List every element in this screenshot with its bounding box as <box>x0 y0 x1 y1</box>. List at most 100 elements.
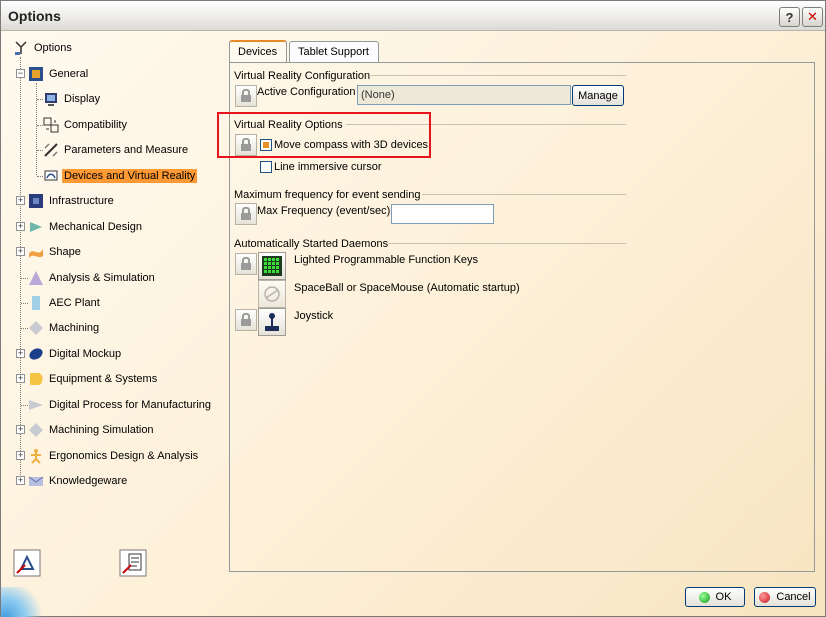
ok-label: OK <box>715 591 732 603</box>
tree-line <box>21 328 28 329</box>
tree-node-label: Display <box>64 93 101 105</box>
ergonomics-icon <box>28 448 44 464</box>
tree-node-label: Devices and Virtual Reality <box>62 169 198 183</box>
function-keys-label: Lighted Programmable Function Keys <box>294 254 479 266</box>
tree-node-label: Options <box>34 42 72 54</box>
digital-process-icon <box>28 397 44 413</box>
tree-node-ergonomics[interactable]: Ergonomics Design & Analysis <box>28 447 200 465</box>
active-configuration-label: Active Configuration <box>257 86 356 98</box>
tree-node-general[interactable]: General <box>28 65 90 83</box>
function-keys-icon[interactable] <box>258 252 286 280</box>
expander-infrastructure[interactable]: + <box>16 196 25 205</box>
tree-line <box>20 57 21 481</box>
tree-node-knowledgeware[interactable]: Knowledgeware <box>28 472 129 490</box>
tree-node-machining[interactable]: Machining <box>28 319 101 337</box>
tree-node-label: Equipment & Systems <box>49 373 158 385</box>
digital-mockup-icon <box>28 346 44 362</box>
manage-button[interactable]: Manage <box>572 85 624 106</box>
dump-parameters-icon[interactable] <box>119 549 147 577</box>
reset-icon[interactable] <box>13 549 41 577</box>
tree-node-label: Machining <box>49 322 100 334</box>
tree-node-label: Digital Process for Manufacturing <box>49 399 212 411</box>
tree-node-aec-plant[interactable]: AEC Plant <box>28 294 102 312</box>
tree-node-label: Mechanical Design <box>49 221 142 233</box>
expander-mechanical-design[interactable]: + <box>16 222 25 231</box>
tree-node-digital-mockup[interactable]: Digital Mockup <box>28 345 123 363</box>
options-dialog: Options ? ✕ Options − General Display Co… <box>0 0 826 617</box>
tab-tablet-support[interactable]: Tablet Support <box>289 41 379 63</box>
expander-ergonomics[interactable]: + <box>16 451 25 460</box>
display-icon <box>43 91 59 107</box>
spaceball-label: SpaceBall or SpaceMouse (Automatic start… <box>294 282 520 294</box>
tree-node-analysis[interactable]: Analysis & Simulation <box>28 269 157 287</box>
tree-node-digital-process[interactable]: Digital Process for Manufacturing <box>28 396 213 414</box>
tree-line <box>36 83 37 175</box>
tree-node-compatibility[interactable]: Compatibility <box>43 116 129 134</box>
catia-logo-icon <box>1 587 49 617</box>
expander-equipment[interactable]: + <box>16 374 25 383</box>
tree-node-label: Knowledgeware <box>49 475 128 487</box>
mechanical-design-icon <box>28 219 44 235</box>
tree-node-label: Digital Mockup <box>49 348 122 360</box>
line-immersive-cursor-checkbox[interactable] <box>260 161 272 173</box>
tree-node-display[interactable]: Display <box>43 90 102 108</box>
tree-node-label: Infrastructure <box>49 195 114 207</box>
tree-node-machining-simulation[interactable]: Machining Simulation <box>28 421 156 439</box>
tree-line <box>21 303 28 304</box>
section-divider <box>388 243 626 244</box>
tree-node-shape[interactable]: Shape <box>28 243 83 261</box>
expander-general[interactable]: − <box>16 69 25 78</box>
analysis-icon <box>28 270 44 286</box>
highlight-annotation <box>217 112 431 158</box>
infrastructure-icon <box>28 193 44 209</box>
tree-node-label: Machining Simulation <box>49 424 154 436</box>
section-max-frequency: Maximum frequency for event sending <box>234 189 421 201</box>
lock-joystick[interactable] <box>235 309 257 331</box>
help-button[interactable]: ? <box>779 7 800 27</box>
window-title: Options <box>8 8 61 24</box>
ok-button[interactable]: OK <box>685 587 745 607</box>
section-daemons: Automatically Started Daemons <box>234 238 389 250</box>
shape-icon <box>28 244 44 260</box>
tree-node-label: Shape <box>49 246 81 258</box>
options-tree: Options − General Display Compatibility <box>9 37 224 567</box>
tree-node-mechanical-design[interactable]: Mechanical Design <box>28 218 144 236</box>
spaceball-icon[interactable] <box>258 280 286 308</box>
knowledgeware-icon <box>28 473 44 489</box>
cancel-label: Cancel <box>776 591 811 603</box>
parameters-icon <box>43 142 59 158</box>
close-button[interactable]: ✕ <box>802 7 823 27</box>
expander-digital-mockup[interactable]: + <box>16 349 25 358</box>
tree-node-parameters[interactable]: Parameters and Measure <box>43 141 190 159</box>
lock-function-keys[interactable] <box>235 253 257 275</box>
equipment-icon <box>28 371 44 387</box>
tree-node-devices-vr[interactable]: Devices and Virtual Reality <box>43 167 198 185</box>
expander-machining-simulation[interactable]: + <box>16 425 25 434</box>
joystick-icon[interactable] <box>258 308 286 336</box>
title-bar[interactable]: Options ? ✕ <box>1 1 825 31</box>
max-frequency-label: Max Frequency (event/sec) <box>257 205 391 217</box>
max-frequency-input[interactable] <box>391 204 494 224</box>
line-immersive-cursor-label: Line immersive cursor <box>274 161 382 173</box>
expander-shape[interactable]: + <box>16 247 25 256</box>
cancel-button[interactable]: Cancel <box>754 587 816 607</box>
tree-node-label: Parameters and Measure <box>64 144 189 156</box>
tree-node-options[interactable]: Options <box>13 39 74 57</box>
tree-node-label: Ergonomics Design & Analysis <box>49 450 199 462</box>
section-divider <box>371 75 626 76</box>
joystick-label: Joystick <box>294 310 334 322</box>
tree-line <box>21 278 28 279</box>
lock-active-configuration[interactable] <box>235 85 257 107</box>
expander-knowledgeware[interactable]: + <box>16 476 25 485</box>
options-icon <box>13 40 29 56</box>
active-configuration-field[interactable]: (None) <box>357 85 571 105</box>
tree-node-label: AEC Plant <box>49 297 100 309</box>
tree-node-label: Analysis & Simulation <box>49 272 155 284</box>
general-icon <box>28 66 44 82</box>
devices-icon <box>43 168 59 184</box>
tab-devices[interactable]: Devices <box>229 40 287 63</box>
tree-node-infrastructure[interactable]: Infrastructure <box>28 192 116 210</box>
tree-node-equipment[interactable]: Equipment & Systems <box>28 370 159 388</box>
tree-node-label: Compatibility <box>64 119 127 131</box>
lock-max-frequency[interactable] <box>235 203 257 225</box>
